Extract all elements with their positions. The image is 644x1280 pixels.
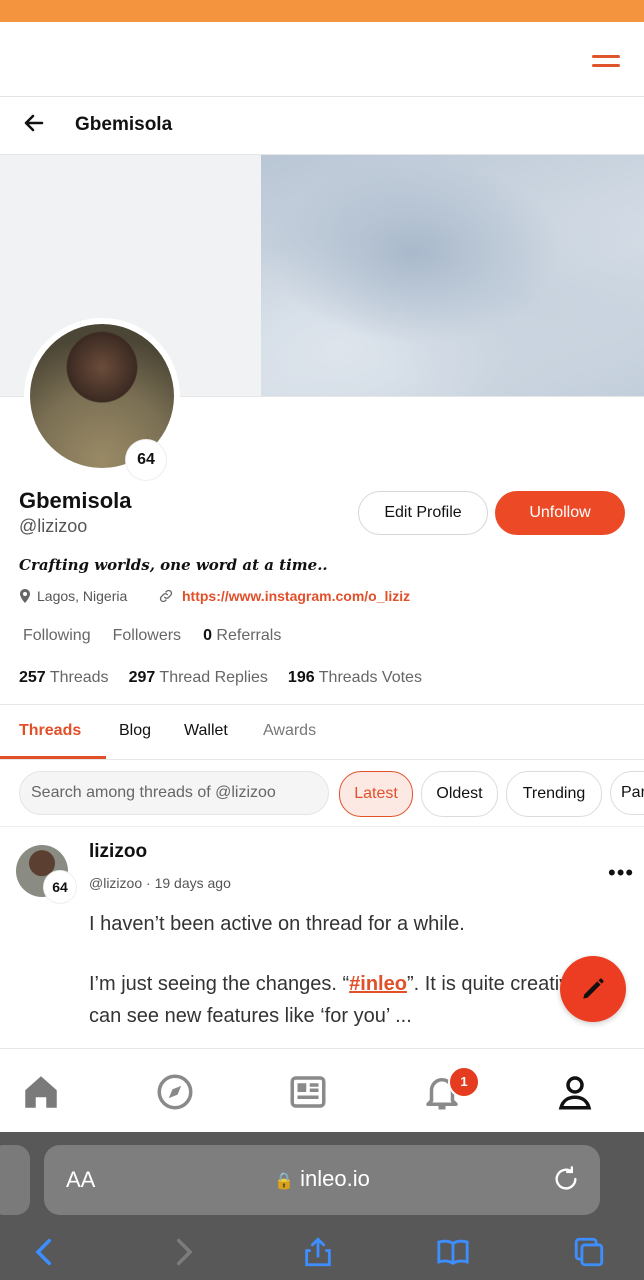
post-time: 19 days ago xyxy=(154,875,231,891)
tab-threads[interactable]: Threads xyxy=(19,722,81,740)
reputation-badge: 64 xyxy=(126,440,166,480)
tabs-icon[interactable] xyxy=(572,1234,606,1270)
tab-blog[interactable]: Blog xyxy=(119,722,151,740)
reload-icon[interactable] xyxy=(552,1165,580,1193)
replies-label: Thread Replies xyxy=(159,669,268,686)
back-arrow-icon[interactable] xyxy=(22,111,46,135)
votes-stat: 196 Threads Votes xyxy=(288,669,422,687)
threads-label: Threads xyxy=(49,669,109,686)
following-link[interactable]: Following xyxy=(23,627,91,645)
post-line-1: I haven’t been active on thread for a wh… xyxy=(89,913,465,935)
location-pin-icon xyxy=(20,589,30,603)
profile-bio: Crafting worlds, one word at a time.. xyxy=(19,556,328,574)
thread-stats: 257 Threads 297 Thread Replies 196 Threa… xyxy=(19,669,422,687)
profile-link[interactable]: https://www.instagram.com/o_liziz xyxy=(158,588,410,604)
post-line-2: I’m just seeing the changes. “#inleo”. I… xyxy=(89,968,609,1032)
thread-search-input[interactable]: Search among threads of @lizizoo xyxy=(19,771,329,815)
post-author[interactable]: lizizoo xyxy=(89,841,147,863)
filter-trending[interactable]: Trending xyxy=(506,771,602,817)
replies-count: 297 xyxy=(128,669,156,686)
post-reputation-badge: 64 xyxy=(44,871,76,903)
link-icon xyxy=(159,589,173,603)
profile-handle: @lizizoo xyxy=(19,516,88,536)
explore-compass-icon[interactable] xyxy=(154,1071,196,1113)
notification-count-badge: 1 xyxy=(448,1066,480,1098)
top-accent-bar xyxy=(0,0,644,22)
followers-link[interactable]: Followers xyxy=(113,627,181,645)
replies-stat: 297 Thread Replies xyxy=(129,669,268,687)
profile-user-icon[interactable] xyxy=(554,1071,596,1113)
previous-tab-preview[interactable] xyxy=(0,1145,30,1215)
post-handle: @lizizoo xyxy=(89,875,143,891)
app-header xyxy=(0,22,644,97)
news-icon[interactable] xyxy=(287,1071,329,1113)
page-title: Gbemisola xyxy=(75,114,173,135)
bottom-navigation xyxy=(0,1048,644,1133)
browser-back-icon[interactable] xyxy=(28,1234,62,1270)
unfollow-button[interactable]: Unfollow xyxy=(495,491,625,535)
cover-image xyxy=(261,155,644,396)
link-text[interactable]: https://www.instagram.com/o_liziz xyxy=(182,588,410,604)
tab-awards[interactable]: Awards xyxy=(263,722,316,740)
tab-wallet[interactable]: Wallet xyxy=(184,722,228,740)
location: Lagos, Nigeria xyxy=(19,588,127,604)
browser-forward-icon[interactable] xyxy=(166,1234,200,1270)
home-icon[interactable] xyxy=(20,1071,62,1113)
referrals-stat[interactable]: 0 Referrals xyxy=(203,627,281,645)
filter-oldest[interactable]: Oldest xyxy=(421,771,498,817)
post-body[interactable]: I haven’t been active on thread for a wh… xyxy=(89,908,609,1032)
edit-profile-button[interactable]: Edit Profile xyxy=(358,491,488,535)
threads-stat: 257 Threads xyxy=(19,669,109,687)
menu-icon[interactable] xyxy=(592,55,620,67)
url-text: inleo.io xyxy=(300,1166,370,1191)
address-bar[interactable]: AA 🔒 inleo.io xyxy=(44,1145,600,1215)
hashtag-link[interactable]: #inleo xyxy=(349,973,407,995)
referrals-label: Referrals xyxy=(216,627,282,644)
divider xyxy=(0,704,644,705)
profile-subheader: Gbemisola xyxy=(0,97,644,155)
votes-count: 196 xyxy=(287,669,315,686)
compose-button[interactable] xyxy=(560,956,626,1022)
post-line-2-start: I’m just seeing the changes. “ xyxy=(89,973,350,995)
pencil-icon xyxy=(583,978,604,999)
votes-label: Threads Votes xyxy=(318,669,422,686)
profile-name: Gbemisola xyxy=(19,488,132,513)
divider xyxy=(0,826,644,827)
referrals-count: 0 xyxy=(203,627,212,644)
lock-icon: 🔒 xyxy=(274,1173,295,1190)
threads-count: 257 xyxy=(19,669,46,686)
bookmarks-icon[interactable] xyxy=(436,1234,470,1270)
more-options-icon[interactable]: ••• xyxy=(608,860,634,886)
follow-stats: Following Followers 0 Referrals xyxy=(23,627,281,645)
profile-tabs: Threads Blog Wallet Awards xyxy=(0,706,644,758)
url-display[interactable]: 🔒 inleo.io xyxy=(44,1166,600,1192)
post-meta: @lizizoo · 19 days ago xyxy=(89,875,231,891)
filter-latest[interactable]: Latest xyxy=(339,771,413,817)
share-icon[interactable] xyxy=(301,1234,335,1270)
filter-partial[interactable]: Par xyxy=(610,771,644,815)
divider xyxy=(0,759,644,760)
location-text: Lagos, Nigeria xyxy=(37,588,128,604)
